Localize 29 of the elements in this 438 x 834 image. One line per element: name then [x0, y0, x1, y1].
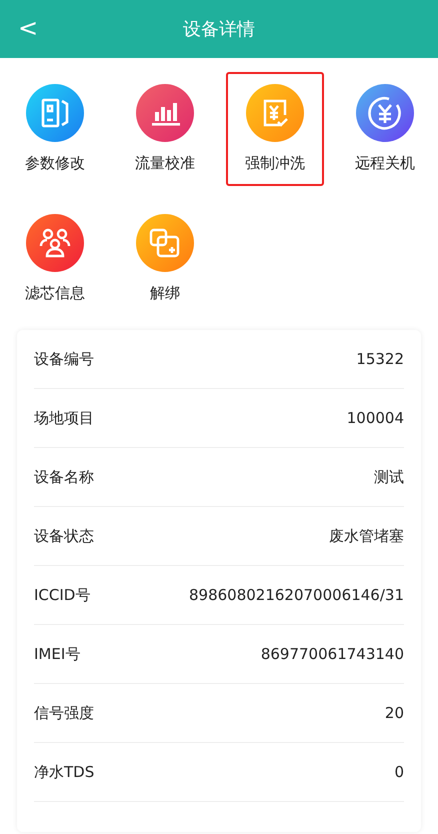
detail-value: 869770061743140	[260, 645, 404, 663]
detail-label: 净水TDS	[34, 762, 94, 782]
detail-label: 设备状态	[34, 526, 94, 546]
detail-value: 20	[384, 704, 404, 722]
detail-label: 场地项目	[34, 408, 94, 428]
action-item[interactable]: 参数修改	[6, 72, 104, 186]
action-label: 参数修改	[25, 154, 85, 173]
action-item[interactable]: 滤芯信息	[6, 202, 104, 316]
detail-value: 89860802162070006146/31	[188, 586, 404, 604]
detail-value: 15322	[356, 350, 404, 368]
action-label: 滤芯信息	[25, 284, 85, 303]
action-label: 流量校准	[135, 154, 195, 173]
detail-label: IMEI号	[34, 644, 80, 664]
action-label: 解绑	[150, 284, 180, 303]
detail-label: 设备名称	[34, 468, 94, 486]
detail-value: 废水管堵塞	[329, 526, 404, 546]
detail-label: ICCID号	[34, 586, 90, 604]
detail-value: 100004	[346, 409, 404, 427]
detail-value: 测试	[374, 468, 404, 486]
action-label: 远程关机	[355, 154, 415, 173]
action-label: 强制冲洗	[245, 154, 305, 173]
action-item[interactable]: 流量校准	[116, 72, 214, 186]
detail-label: 信号强度	[34, 704, 94, 722]
action-item[interactable]: 远程关机	[336, 72, 434, 186]
page-title: 设备详情	[183, 18, 255, 41]
action-item[interactable]: 解绑	[116, 202, 214, 316]
detail-value: 0	[394, 763, 404, 781]
action-item[interactable]: 强制冲洗	[226, 72, 324, 186]
detail-label: 设备编号	[34, 350, 94, 368]
